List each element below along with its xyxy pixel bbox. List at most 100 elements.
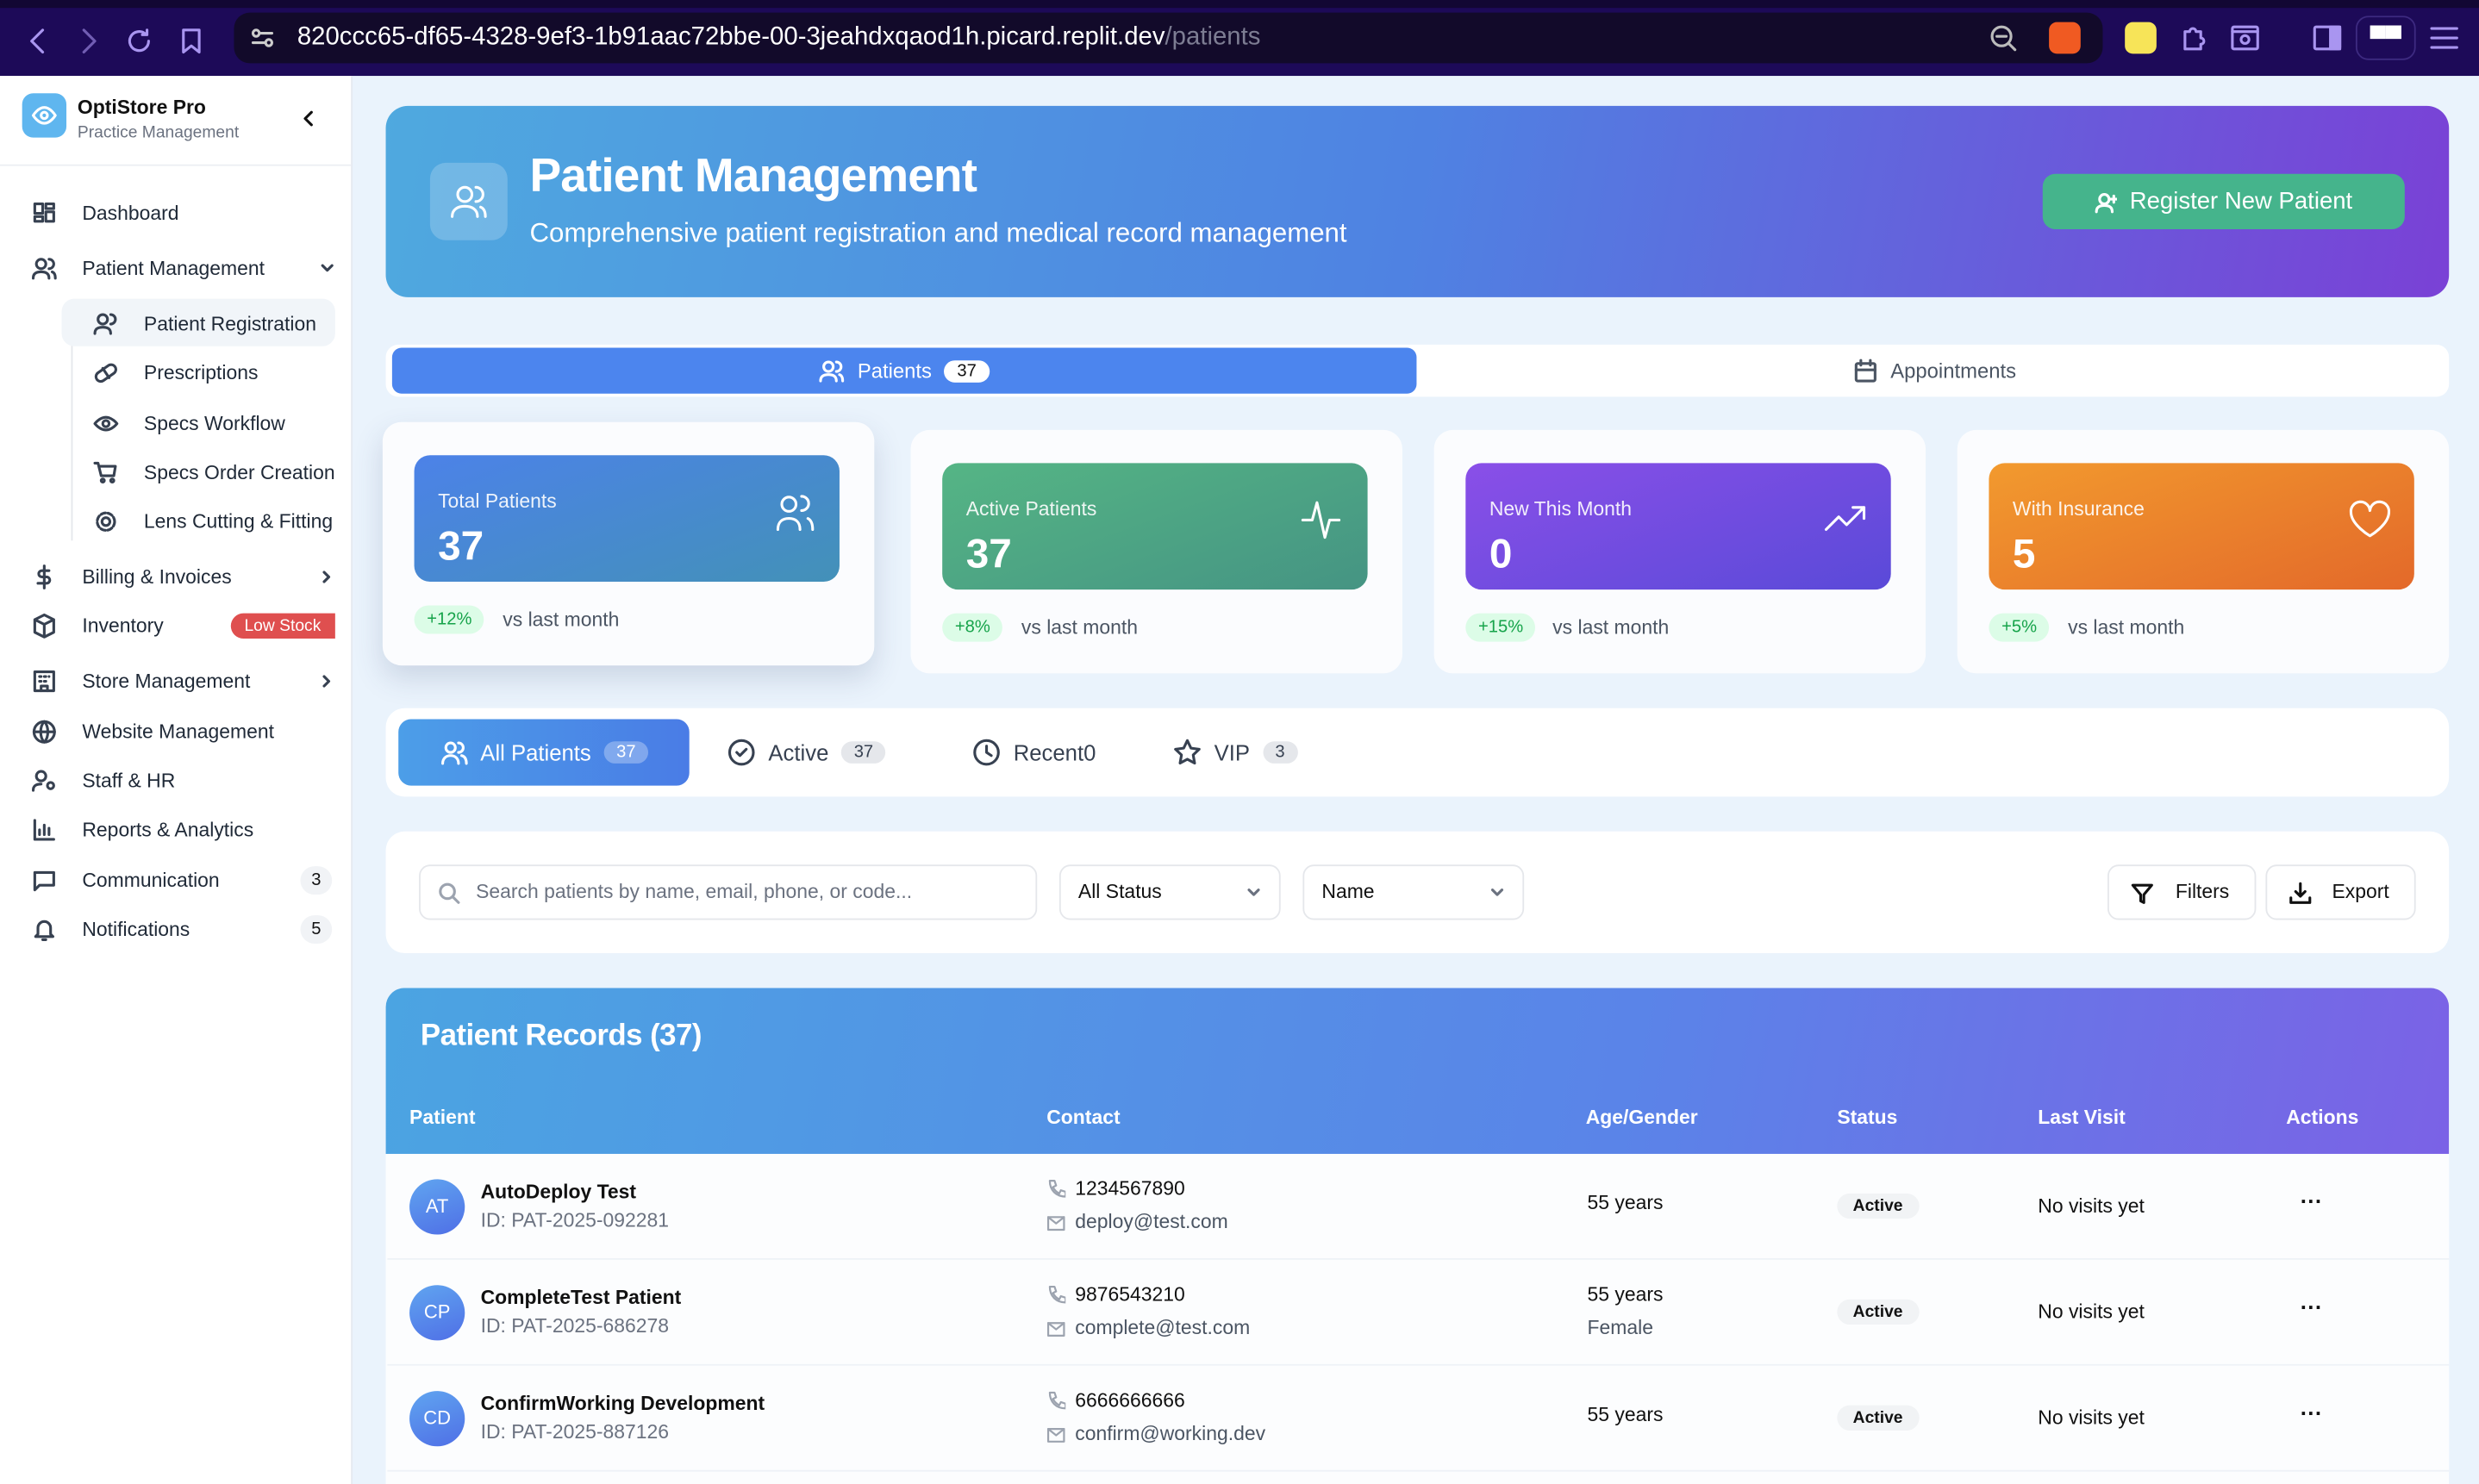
divider bbox=[0, 164, 352, 166]
more-actions-button[interactable]: ··· bbox=[2301, 1294, 2323, 1319]
users-icon bbox=[31, 256, 57, 281]
sidebar-item-inventory[interactable]: Inventory Low Stock bbox=[0, 604, 351, 648]
mail-icon bbox=[1046, 1320, 1065, 1339]
back-icon[interactable] bbox=[25, 27, 50, 55]
app-logo-eye-icon bbox=[22, 93, 67, 138]
sidebar-item-reports[interactable]: Reports & Analytics bbox=[0, 807, 351, 851]
column-header[interactable]: Status bbox=[1837, 1107, 1897, 1129]
sidebar-item-patient-management[interactable]: Patient Management bbox=[0, 246, 351, 290]
register-new-patient-button[interactable]: Register New Patient bbox=[2042, 173, 2405, 229]
mail-icon bbox=[1046, 1214, 1065, 1233]
chevron-down-icon bbox=[1489, 885, 1505, 901]
column-header[interactable]: Actions bbox=[2286, 1107, 2358, 1129]
more-actions-button[interactable]: ··· bbox=[2301, 1400, 2323, 1425]
page-search-icon[interactable] bbox=[2229, 22, 2261, 54]
forward-icon[interactable] bbox=[76, 27, 101, 55]
column-header[interactable]: Patient bbox=[409, 1107, 475, 1129]
filter-tab-active[interactable]: Active 37 bbox=[727, 720, 886, 786]
table-row[interactable]: AT AutoDeploy Test ID: PAT-2025-092281 1… bbox=[387, 1153, 2450, 1260]
patient-name[interactable]: AutoDeploy Test bbox=[481, 1181, 636, 1203]
page-header-banner: Patient Management Comprehensive patient… bbox=[385, 105, 2450, 297]
sidebar-item-specs-order-creation[interactable]: Specs Order Creation bbox=[0, 451, 337, 495]
private-window-glasses-icon[interactable]: ▀▀ bbox=[2355, 16, 2416, 60]
check-circle-icon bbox=[727, 739, 756, 767]
building-icon bbox=[32, 669, 57, 694]
users-icon bbox=[429, 162, 508, 240]
sidebar-item-notifications[interactable]: Notifications 5 bbox=[0, 907, 351, 951]
app-name: OptiStore Pro bbox=[77, 96, 206, 119]
sidebar-item-staff-hr[interactable]: Staff & HR bbox=[0, 758, 351, 802]
more-actions-button[interactable]: ··· bbox=[2301, 1188, 2323, 1213]
eye-icon bbox=[93, 411, 119, 436]
search-input[interactable]: Search patients by name, email, phone, o… bbox=[419, 864, 1038, 920]
users-icon bbox=[93, 311, 118, 336]
site-settings-icon[interactable] bbox=[250, 25, 275, 50]
brave-shield-icon[interactable] bbox=[2049, 22, 2081, 54]
status-badge: Active bbox=[1837, 1193, 1919, 1219]
sidebar-item-store-management[interactable]: Store Management bbox=[0, 659, 351, 703]
table-title: Patient Records (37) bbox=[420, 1019, 702, 1053]
extensions-puzzle-icon[interactable] bbox=[2179, 22, 2211, 54]
reload-icon[interactable] bbox=[125, 27, 153, 55]
filters-button[interactable]: Filters bbox=[2107, 864, 2257, 920]
column-header[interactable]: Contact bbox=[1046, 1107, 1120, 1129]
status-select[interactable]: All Status bbox=[1058, 864, 1281, 920]
sidebar-toggle-icon[interactable] bbox=[2312, 22, 2344, 54]
last-visit: No visits yet bbox=[2038, 1194, 2145, 1218]
users-icon bbox=[820, 358, 845, 383]
table-row[interactable]: CD ConfirmWorking Development ID: PAT-20… bbox=[387, 1365, 2450, 1472]
tab-appointments[interactable]: Appointments bbox=[1423, 348, 2446, 394]
export-button[interactable]: Export bbox=[2265, 864, 2416, 920]
chevron-down-icon bbox=[320, 261, 335, 277]
column-header[interactable]: Age/Gender bbox=[1586, 1107, 1698, 1129]
patient-id: ID: PAT-2025-092281 bbox=[480, 1209, 669, 1231]
sidebar-item-patient-registration[interactable]: Patient Registration bbox=[0, 302, 351, 346]
phone-icon bbox=[1046, 1179, 1066, 1198]
filter-icon bbox=[2131, 882, 2154, 904]
users-icon bbox=[773, 490, 817, 534]
sidebar-item-billing[interactable]: Billing & Invoices bbox=[0, 555, 351, 599]
sidebar-item-prescriptions[interactable]: Prescriptions bbox=[0, 351, 351, 395]
patients-count-badge: 37 bbox=[944, 359, 990, 382]
filter-tab-all-patients[interactable]: All Patients 37 bbox=[398, 719, 690, 786]
page-title: Patient Management bbox=[529, 150, 977, 203]
star-icon bbox=[1173, 739, 1202, 767]
table-row[interactable]: CP CompleteTest Patient ID: PAT-2025-686… bbox=[387, 1259, 2450, 1366]
email: deploy@test.com bbox=[1075, 1210, 1228, 1233]
patient-name[interactable]: ConfirmWorking Development bbox=[481, 1393, 765, 1415]
last-visit: No visits yet bbox=[2038, 1406, 2145, 1430]
collapse-sidebar-button[interactable] bbox=[299, 108, 318, 130]
address-bar[interactable]: 820ccc65-df65-4328-9ef3-1b91aac72bbe-00-… bbox=[234, 12, 2103, 64]
patient-id: ID: PAT-2025-686278 bbox=[480, 1315, 669, 1337]
sidebar-item-specs-workflow[interactable]: Specs Workflow bbox=[0, 402, 351, 446]
stat-card-total-patients: Total Patients 37 +12% vs last month bbox=[382, 421, 875, 666]
stat-panel: With Insurance 5 bbox=[1989, 463, 2414, 590]
sidebar-item-lens-cutting[interactable]: Lens Cutting & Fitting bbox=[0, 500, 337, 544]
phone: 1234567890 bbox=[1075, 1177, 1185, 1200]
bookmark-icon[interactable] bbox=[180, 27, 203, 55]
menu-icon[interactable] bbox=[2428, 22, 2460, 54]
user-cog-icon bbox=[31, 768, 57, 793]
filter-tab-recent[interactable]: Recent0 bbox=[972, 720, 1096, 786]
stat-panel: Active Patients 37 bbox=[942, 463, 1368, 590]
stat-panel: Total Patients 37 bbox=[414, 455, 840, 582]
search-icon bbox=[438, 882, 460, 904]
phone: 6666666666 bbox=[1075, 1389, 1185, 1412]
sidebar-item-website-management[interactable]: Website Management bbox=[0, 710, 351, 754]
zoom-out-icon[interactable] bbox=[1989, 24, 2017, 53]
globe-icon bbox=[32, 720, 57, 745]
sidebar-item-communication[interactable]: Communication 3 bbox=[0, 858, 351, 902]
sort-select[interactable]: Name bbox=[1302, 864, 1525, 920]
patient-name[interactable]: CompleteTest Patient bbox=[481, 1287, 682, 1309]
sidebar-item-dashboard[interactable]: Dashboard bbox=[0, 191, 351, 235]
tab-patients[interactable]: Patients 37 bbox=[391, 347, 1417, 394]
filter-tab-vip[interactable]: VIP 3 bbox=[1173, 720, 1298, 786]
trending-up-icon bbox=[1824, 498, 1869, 542]
column-header[interactable]: Last Visit bbox=[2038, 1107, 2126, 1129]
extension-icon[interactable] bbox=[2125, 22, 2157, 54]
stat-card-new-this-month: New This Month 0 +15% vs last month bbox=[1433, 429, 1926, 674]
package-icon bbox=[32, 613, 57, 639]
patient-id: ID: PAT-2025-887126 bbox=[480, 1420, 669, 1443]
email: confirm@working.dev bbox=[1075, 1422, 1266, 1445]
phone: 9876543210 bbox=[1075, 1283, 1185, 1306]
